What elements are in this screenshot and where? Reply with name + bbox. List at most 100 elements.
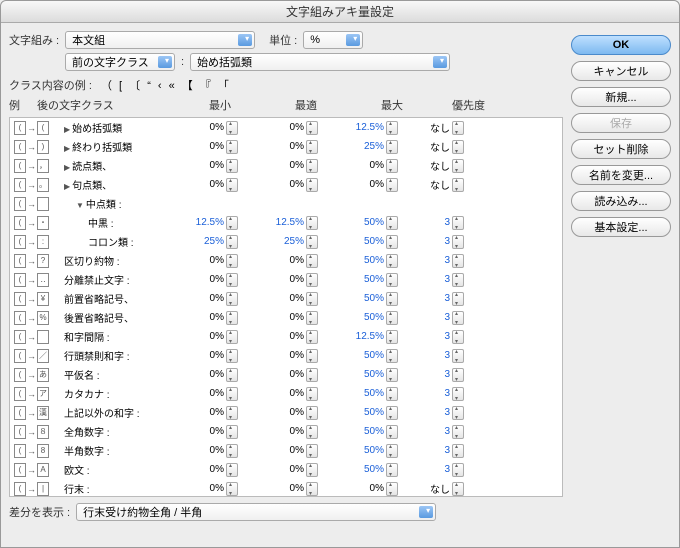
priority-stepper[interactable] (452, 216, 464, 230)
min-stepper[interactable] (226, 254, 238, 268)
max-stepper[interactable] (386, 216, 398, 230)
min-stepper[interactable] (226, 216, 238, 230)
priority-stepper[interactable] (452, 368, 464, 382)
right-glyph-icon: A (37, 463, 49, 477)
min-stepper[interactable] (226, 121, 238, 135)
min-stepper[interactable] (226, 368, 238, 382)
delete-set-button[interactable]: セット削除 (571, 139, 671, 159)
max-stepper[interactable] (386, 311, 398, 325)
opt-stepper[interactable] (306, 482, 318, 496)
max-stepper[interactable] (386, 235, 398, 249)
opt-stepper[interactable] (306, 216, 318, 230)
opt-stepper[interactable] (306, 178, 318, 192)
min-stepper[interactable] (226, 387, 238, 401)
max-stepper[interactable] (386, 159, 398, 173)
after-class-select[interactable]: 始め括弧類 (190, 53, 450, 71)
opt-stepper[interactable] (306, 406, 318, 420)
right-glyph-icon: ， (37, 159, 49, 173)
unit-select[interactable]: % (303, 31, 363, 49)
max-stepper[interactable] (386, 273, 398, 287)
priority-stepper[interactable] (452, 349, 464, 363)
priority-stepper[interactable] (452, 235, 464, 249)
max-stepper[interactable] (386, 121, 398, 135)
opt-value: 12.5% (268, 217, 304, 228)
min-stepper[interactable] (226, 482, 238, 496)
cancel-button[interactable]: キャンセル (571, 61, 671, 81)
priority-stepper[interactable] (452, 311, 464, 325)
min-stepper[interactable] (226, 425, 238, 439)
mojikumi-select[interactable]: 本文組 (65, 31, 255, 49)
opt-stepper[interactable] (306, 235, 318, 249)
max-stepper[interactable] (386, 349, 398, 363)
load-button[interactable]: 読み込み... (571, 191, 671, 211)
opt-stepper[interactable] (306, 330, 318, 344)
rename-button[interactable]: 名前を変更... (571, 165, 671, 185)
min-stepper[interactable] (226, 311, 238, 325)
min-stepper[interactable] (226, 406, 238, 420)
opt-stepper[interactable] (306, 254, 318, 268)
priority-stepper[interactable] (452, 387, 464, 401)
max-value: 50% (348, 312, 384, 323)
priority-stepper[interactable] (452, 406, 464, 420)
table-row: (→和字間隔 :0%0%12.5%3 (10, 327, 562, 346)
max-stepper[interactable] (386, 482, 398, 496)
right-glyph-icon: 8 (37, 444, 49, 458)
opt-stepper[interactable] (306, 159, 318, 173)
priority-value: なし (424, 481, 450, 496)
min-stepper[interactable] (226, 159, 238, 173)
max-stepper[interactable] (386, 406, 398, 420)
min-stepper[interactable] (226, 273, 238, 287)
priority-stepper[interactable] (452, 140, 464, 154)
opt-stepper[interactable] (306, 349, 318, 363)
max-value: 50% (348, 445, 384, 456)
max-stepper[interactable] (386, 444, 398, 458)
priority-stepper[interactable] (452, 121, 464, 135)
opt-stepper[interactable] (306, 368, 318, 382)
row-label: 和字間隔 : (62, 329, 158, 344)
opt-stepper[interactable] (306, 273, 318, 287)
max-stepper[interactable] (386, 254, 398, 268)
min-stepper[interactable] (226, 349, 238, 363)
max-stepper[interactable] (386, 292, 398, 306)
min-stepper[interactable] (226, 330, 238, 344)
min-stepper[interactable] (226, 444, 238, 458)
max-stepper[interactable] (386, 425, 398, 439)
max-stepper[interactable] (386, 368, 398, 382)
opt-stepper[interactable] (306, 121, 318, 135)
opt-stepper[interactable] (306, 444, 318, 458)
prev-class-select[interactable]: 前の文字クラス (65, 53, 175, 71)
priority-stepper[interactable] (452, 463, 464, 477)
min-stepper[interactable] (226, 178, 238, 192)
new-button[interactable]: 新規... (571, 87, 671, 107)
max-stepper[interactable] (386, 178, 398, 192)
priority-stepper[interactable] (452, 178, 464, 192)
priority-value: なし (424, 158, 450, 173)
min-stepper[interactable] (226, 140, 238, 154)
max-stepper[interactable] (386, 140, 398, 154)
priority-stepper[interactable] (452, 425, 464, 439)
min-stepper[interactable] (226, 292, 238, 306)
spacing-table[interactable]: (→(▶始め括弧類0%0%12.5%なし(→)▶終わり括弧類0%0%25%なし(… (9, 117, 563, 497)
opt-stepper[interactable] (306, 425, 318, 439)
diff-select[interactable]: 行末受け約物全角 / 半角 (76, 503, 436, 521)
opt-stepper[interactable] (306, 311, 318, 325)
opt-stepper[interactable] (306, 463, 318, 477)
max-stepper[interactable] (386, 330, 398, 344)
max-stepper[interactable] (386, 463, 398, 477)
basic-button[interactable]: 基本設定... (571, 217, 671, 237)
priority-stepper[interactable] (452, 254, 464, 268)
left-glyph-icon: ( (14, 311, 26, 325)
min-stepper[interactable] (226, 463, 238, 477)
priority-stepper[interactable] (452, 292, 464, 306)
priority-stepper[interactable] (452, 482, 464, 496)
min-stepper[interactable] (226, 235, 238, 249)
ok-button[interactable]: OK (571, 35, 671, 55)
opt-stepper[interactable] (306, 387, 318, 401)
priority-stepper[interactable] (452, 444, 464, 458)
opt-stepper[interactable] (306, 140, 318, 154)
priority-stepper[interactable] (452, 273, 464, 287)
max-stepper[interactable] (386, 387, 398, 401)
priority-stepper[interactable] (452, 159, 464, 173)
priority-stepper[interactable] (452, 330, 464, 344)
opt-stepper[interactable] (306, 292, 318, 306)
